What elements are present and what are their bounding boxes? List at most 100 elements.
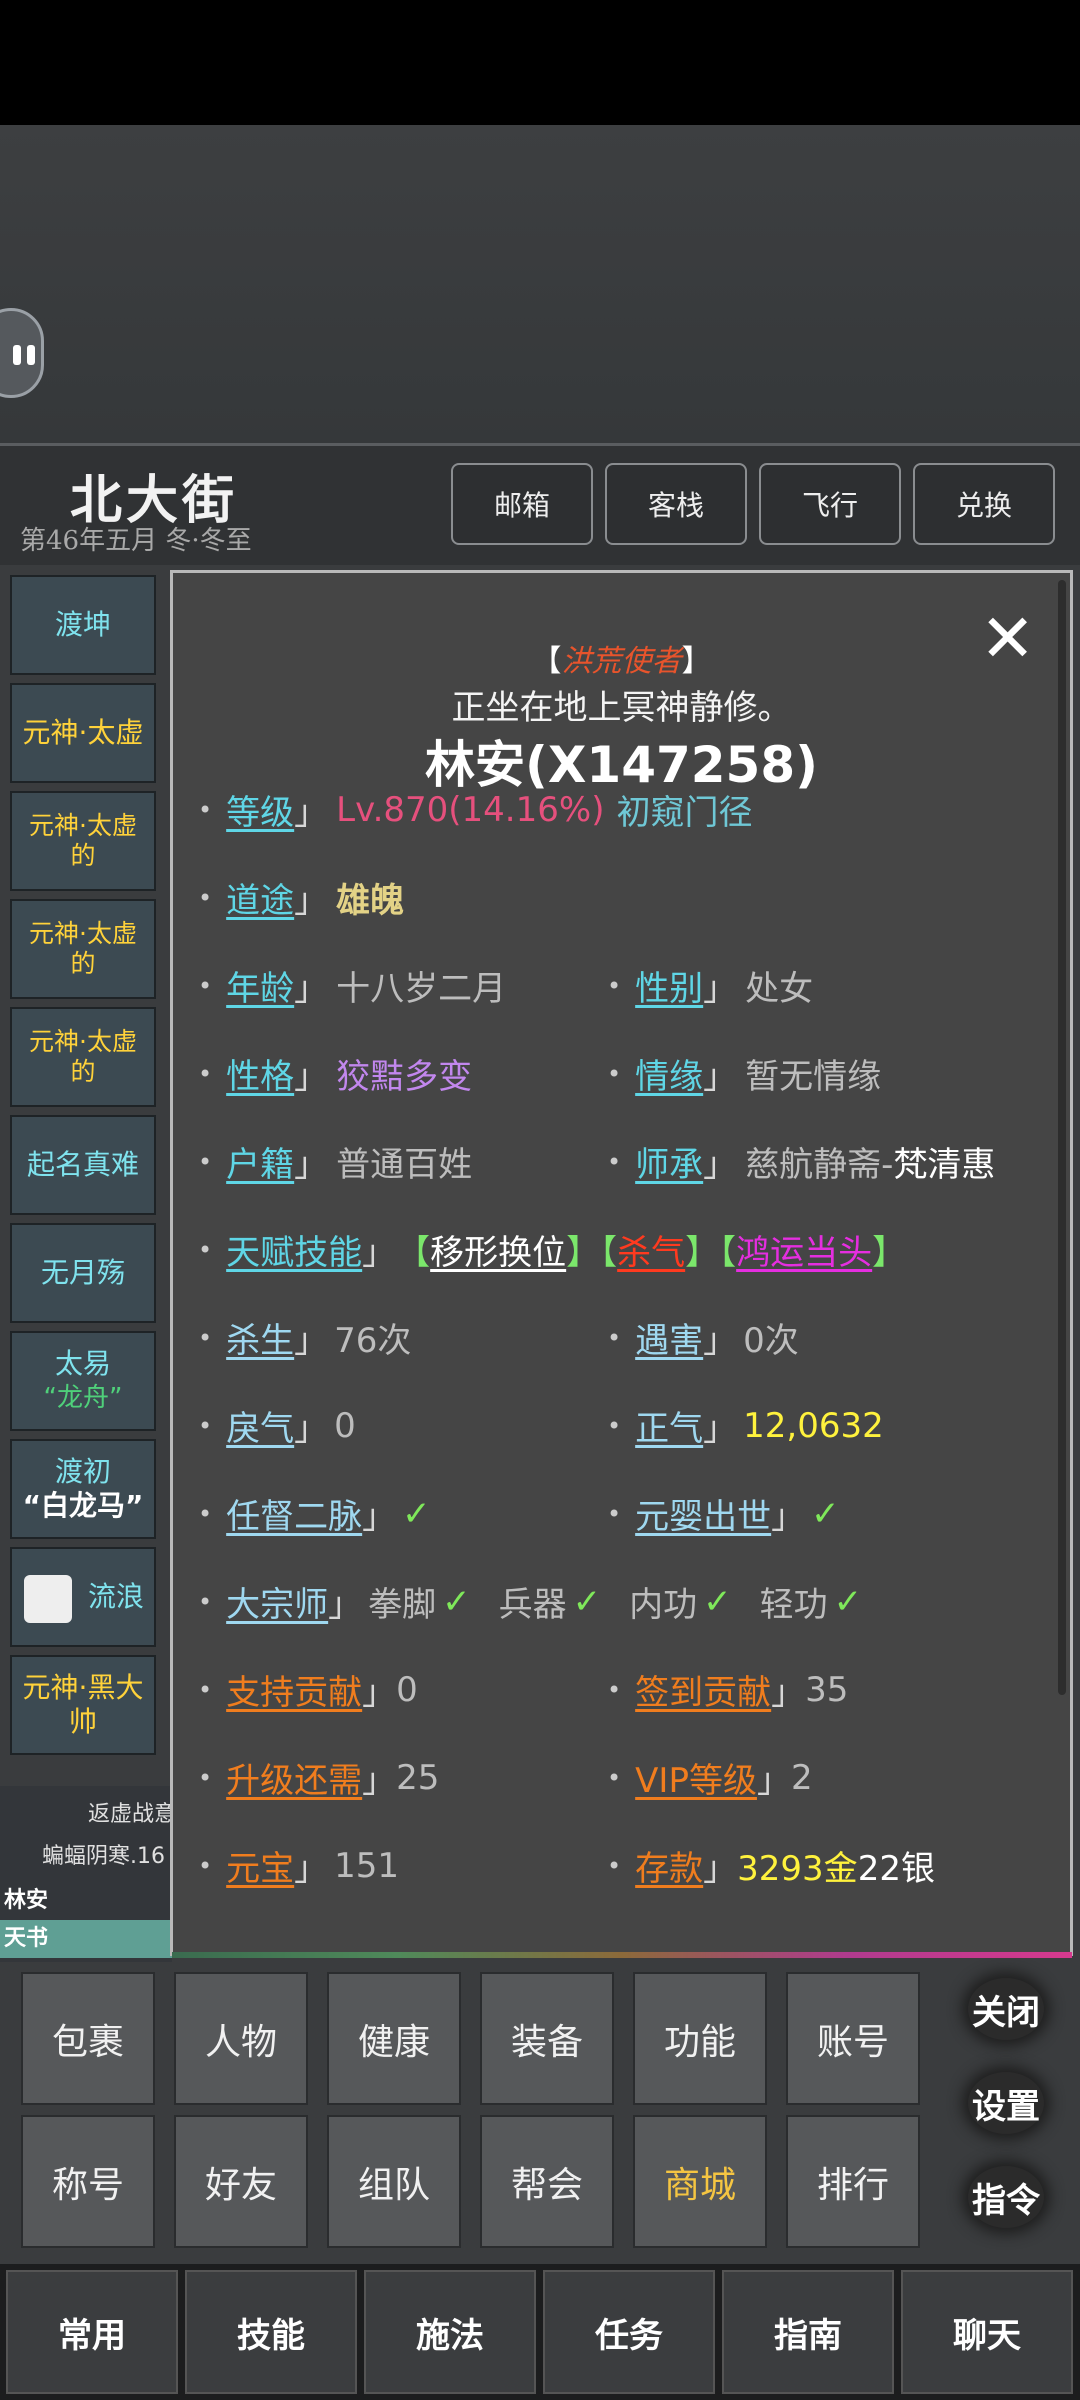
player-title: 【洪荒使者】 bbox=[531, 644, 712, 679]
tab-chat[interactable]: 聊天 bbox=[901, 2270, 1073, 2394]
romance-link[interactable]: 情缘 bbox=[635, 1049, 703, 1098]
grandmaster-row: • 大宗师」 拳脚 ✓ 兵器 ✓ 内功 ✓ 轻功 ✓ bbox=[198, 1577, 862, 1626]
player-list-label: 流浪 bbox=[87, 1580, 144, 1613]
floating-assist-button[interactable] bbox=[0, 308, 44, 398]
signin-link[interactable]: 签到贡献 bbox=[635, 1665, 771, 1714]
tab-quests[interactable]: 任务 bbox=[543, 2270, 715, 2394]
mailbox-button[interactable]: 邮箱 bbox=[451, 463, 593, 545]
inn-button[interactable]: 客栈 bbox=[605, 463, 747, 545]
ranking-button[interactable]: 排行 bbox=[786, 2115, 920, 2248]
equipment-button[interactable]: 装备 bbox=[480, 1972, 614, 2105]
check-icon: ✓ bbox=[402, 1493, 431, 1534]
player-list-label: 渡坤 bbox=[54, 608, 111, 641]
player-list-item[interactable]: 起名真难 bbox=[10, 1115, 156, 1215]
close-button[interactable]: 关闭 bbox=[968, 1978, 1044, 2040]
master-link[interactable]: 师承 bbox=[635, 1137, 703, 1186]
support-link[interactable]: 支持贡献 bbox=[226, 1665, 362, 1714]
player-list-label: 的 bbox=[70, 841, 96, 870]
gender-link[interactable]: 性别 bbox=[635, 961, 703, 1010]
player-list-label: 无月殇 bbox=[40, 1256, 125, 1289]
meridian-link[interactable]: 任督二脉 bbox=[226, 1489, 362, 1538]
player-list-item[interactable]: 元神·太虚的 bbox=[10, 899, 156, 999]
tab-cast[interactable]: 施法 bbox=[364, 2270, 536, 2394]
player-list-label: 的 bbox=[70, 1057, 96, 1086]
player-action: 正坐在地上冥神静修。 bbox=[451, 688, 792, 728]
player-list-item[interactable]: 渡坤 bbox=[10, 575, 156, 675]
signin-row: • 签到贡献」 35 bbox=[607, 1665, 848, 1714]
kills-row: • 杀生」 76次 bbox=[198, 1313, 411, 1362]
tab-guide[interactable]: 指南 bbox=[722, 2270, 894, 2394]
check-icon: ✓ bbox=[572, 1581, 602, 1622]
friends-button[interactable]: 好友 bbox=[174, 2115, 308, 2248]
righteous-row: • 正气」 12,0632 bbox=[607, 1401, 884, 1450]
player-list-label: 太易 bbox=[54, 1347, 111, 1380]
level-row: • 等级」 Lv.870(14.16%) 初窥门径 bbox=[198, 785, 752, 834]
player-list-item[interactable]: 太易 “龙舟” bbox=[10, 1331, 156, 1431]
player-list-label: “龙舟” bbox=[43, 1383, 123, 1413]
character-link[interactable]: 性格 bbox=[226, 1049, 294, 1098]
talent-link[interactable]: 天赋技能 bbox=[226, 1225, 362, 1274]
harmed-link[interactable]: 遇害 bbox=[635, 1313, 703, 1362]
functions-button[interactable]: 功能 bbox=[633, 1972, 767, 2105]
account-button[interactable]: 账号 bbox=[786, 1972, 920, 2105]
player-list-item[interactable]: 元神·黑大帅 bbox=[10, 1655, 156, 1755]
bag-button[interactable]: 包裹 bbox=[21, 1972, 155, 2105]
hostility-link[interactable]: 戾气 bbox=[226, 1401, 294, 1450]
gender-row: • 性别」处女 bbox=[607, 961, 813, 1010]
player-list-label: 帅 bbox=[68, 1705, 97, 1738]
settings-button[interactable]: 设置 bbox=[968, 2072, 1044, 2134]
upgrade-link[interactable]: 升级还需 bbox=[226, 1753, 362, 1802]
player-list-item[interactable]: 流浪 bbox=[10, 1547, 156, 1647]
shop-button[interactable]: 商城 bbox=[633, 2115, 767, 2248]
tab-common[interactable]: 常用 bbox=[6, 2270, 178, 2394]
meridian-row: • 任督二脉」 ✓ bbox=[198, 1489, 431, 1538]
chat-channel-tab[interactable]: 天书 bbox=[0, 1920, 176, 1958]
player-list-label: 起名真难 bbox=[26, 1148, 139, 1181]
health-button[interactable]: 健康 bbox=[327, 1972, 461, 2105]
check-icon: ✓ bbox=[703, 1581, 732, 1622]
righteous-link[interactable]: 正气 bbox=[635, 1401, 703, 1450]
ingot-link[interactable]: 元宝 bbox=[226, 1841, 294, 1890]
fly-button[interactable]: 飞行 bbox=[759, 463, 901, 545]
deposit-link[interactable]: 存款 bbox=[635, 1841, 703, 1890]
hostility-row: • 戾气」 0 bbox=[198, 1401, 356, 1450]
nascent-link[interactable]: 元婴出世 bbox=[635, 1489, 771, 1538]
player-list-item[interactable]: 渡初 “白龙马” bbox=[10, 1439, 156, 1539]
path-link[interactable]: 道途 bbox=[226, 873, 294, 922]
player-list-item[interactable]: 无月殇 bbox=[10, 1223, 156, 1323]
player-list-item[interactable]: 元神·太虚 bbox=[10, 683, 156, 783]
check-icon: ✓ bbox=[442, 1581, 471, 1622]
exchange-button[interactable]: 兑换 bbox=[913, 463, 1055, 545]
upgrade-row: • 升级还需」 25 bbox=[198, 1753, 439, 1802]
character-button[interactable]: 人物 bbox=[174, 1972, 308, 2105]
grandmaster-link[interactable]: 大宗师 bbox=[226, 1577, 328, 1626]
game-date: 第46年五月 冬·冬至 bbox=[20, 526, 252, 556]
tab-skills[interactable]: 技能 bbox=[185, 2270, 357, 2394]
command-button[interactable]: 指令 bbox=[968, 2166, 1044, 2228]
chat-preview[interactable]: 返虚战意 蝙蝠阴寒.16 林安 天书 bbox=[0, 1786, 176, 1966]
age-link[interactable]: 年龄 bbox=[226, 961, 294, 1010]
support-row: • 支持贡献」 0 bbox=[198, 1665, 418, 1714]
talent-skill-1[interactable]: 移形换位 bbox=[430, 1225, 566, 1274]
household-link[interactable]: 户籍 bbox=[226, 1137, 294, 1186]
chat-line: 蝙蝠阴寒.16 bbox=[42, 1844, 165, 1869]
vip-link[interactable]: VIP等级 bbox=[635, 1753, 757, 1802]
team-button[interactable]: 组队 bbox=[327, 2115, 461, 2248]
guild-button[interactable]: 帮会 bbox=[480, 2115, 614, 2248]
player-list-item[interactable]: 元神·太虚的 bbox=[10, 791, 156, 891]
top-blank-area bbox=[0, 125, 1080, 443]
player-list-label: 元神·太虚 bbox=[29, 1027, 137, 1056]
kills-link[interactable]: 杀生 bbox=[226, 1313, 294, 1362]
talent-skill-2[interactable]: 杀气 bbox=[617, 1225, 685, 1274]
master-row: • 师承」慈航静斋- 梵清惠 bbox=[607, 1137, 995, 1186]
title-button[interactable]: 称号 bbox=[21, 2115, 155, 2248]
romance-row: • 情缘」暂无情缘 bbox=[607, 1049, 881, 1098]
ingot-row: • 元宝」 151 bbox=[198, 1841, 399, 1890]
level-link[interactable]: 等级 bbox=[226, 785, 294, 834]
pet-avatar-icon bbox=[24, 1575, 72, 1623]
player-list-item[interactable]: 元神·太虚的 bbox=[10, 1007, 156, 1107]
talent-skill-3[interactable]: 鸿运当头 bbox=[736, 1225, 872, 1274]
player-list-label: 元神·太虚 bbox=[29, 919, 137, 948]
chat-line: 返虚战意 bbox=[88, 1802, 177, 1827]
age-row: • 年龄」十八岁二月 bbox=[198, 961, 506, 1010]
